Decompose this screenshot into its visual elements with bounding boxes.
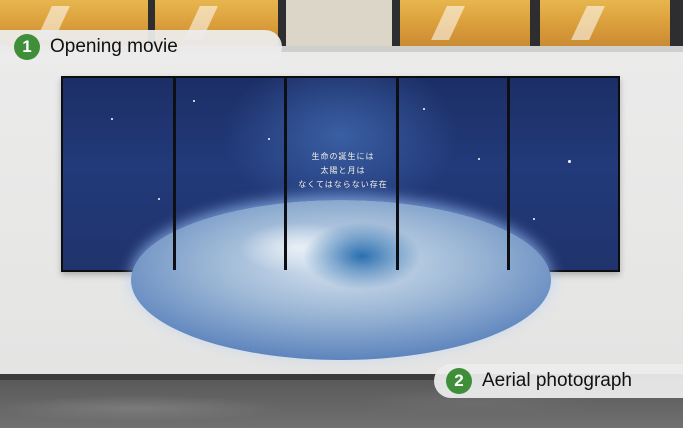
star (158, 198, 160, 200)
window-frame (670, 0, 683, 48)
label-text: Aerial photograph (482, 370, 632, 391)
star (111, 118, 113, 120)
number-badge: 1 (14, 34, 40, 60)
star (568, 160, 571, 163)
earth-image (131, 200, 551, 360)
ceiling-window (540, 0, 670, 48)
screen-bezel (284, 78, 287, 270)
star (533, 218, 535, 220)
window-frame (392, 0, 400, 48)
screen-caption-line: なくてはならない存在 (298, 180, 388, 189)
screen-bezel (507, 78, 510, 270)
screen-caption: 生命の誕生には 太陽と月は なくてはならない存在 (288, 150, 398, 192)
screen-caption-line: 太陽と月は (320, 166, 366, 175)
opening-movie-screen: 生命の誕生には 太陽と月は なくてはならない存在 (63, 78, 618, 360)
screen-bezel (173, 78, 176, 270)
label-text: Opening movie (50, 36, 178, 57)
star (478, 158, 480, 160)
star (193, 100, 195, 102)
number-badge: 2 (446, 368, 472, 394)
exhibition-scene: 生命の誕生には 太陽と月は なくてはならない存在 1 Opening movie… (0, 0, 683, 428)
window-frame (530, 0, 540, 48)
video-wall: 生命の誕生には 太陽と月は なくてはならない存在 (61, 76, 620, 360)
ceiling-window (400, 0, 530, 48)
star (268, 138, 270, 140)
star (423, 108, 425, 110)
aerial-photograph-label: 2 Aerial photograph (434, 364, 683, 398)
screen-bezel (396, 78, 399, 270)
screen-caption-line: 生命の誕生には (311, 152, 375, 161)
opening-movie-label: 1 Opening movie (0, 30, 282, 64)
